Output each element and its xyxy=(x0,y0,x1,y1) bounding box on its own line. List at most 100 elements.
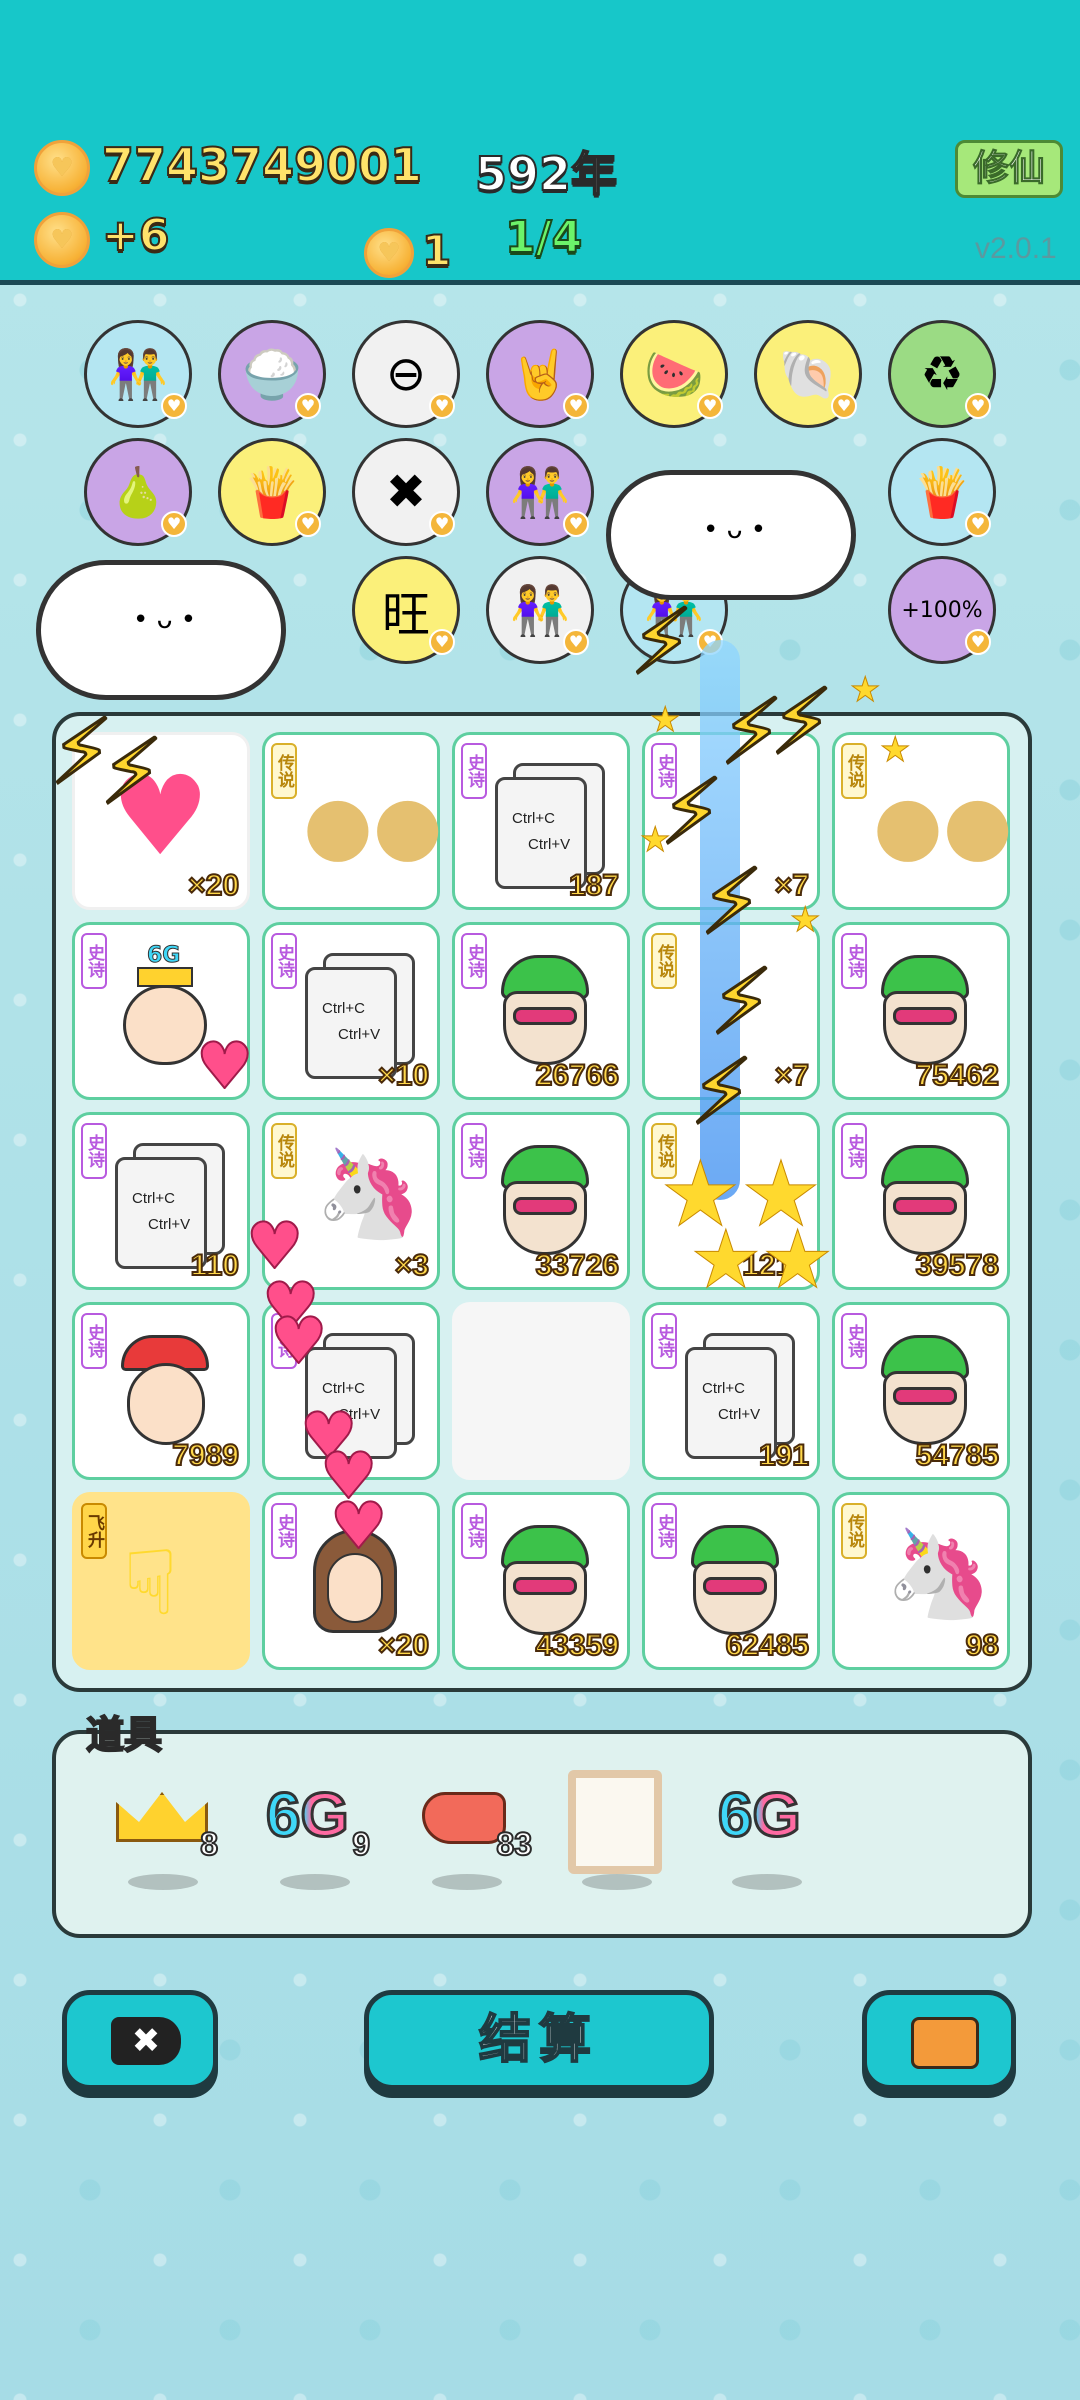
copy-tile[interactable]: 史诗 Ctrl+C Ctrl+V ×10 xyxy=(262,922,440,1100)
recycle-glyph: ♻ xyxy=(920,346,964,402)
recycle-icon[interactable]: ♻ ♥ xyxy=(888,320,996,428)
remove-button[interactable]: ✖ xyxy=(62,1990,218,2090)
rarity-tag: 飞升 xyxy=(81,1503,107,1559)
rarity-tag: 史诗 xyxy=(461,1503,487,1559)
heart-badge-icon: ♥ xyxy=(429,511,455,537)
red-hat-tile[interactable]: 史诗 7989 xyxy=(72,1302,250,1480)
pointing-hand-icon: ☟ xyxy=(123,1531,178,1636)
green-hat-tile[interactable]: 史诗 43359 xyxy=(452,1492,630,1670)
xiuxian-button[interactable]: 修仙 xyxy=(955,140,1063,198)
lightning-bolt-icon: ⚡ xyxy=(698,849,764,957)
tile-count: ×7 xyxy=(774,868,810,903)
prop-shadow xyxy=(432,1874,502,1890)
delete-tag-icon[interactable]: ✖ ♥ xyxy=(352,438,460,546)
fries-glyph: 🍟 xyxy=(912,464,972,521)
settle-button[interactable]: 结算 xyxy=(364,1990,714,2090)
green-hat-tile[interactable]: 史诗 33726 xyxy=(452,1112,630,1290)
picture-frame-icon xyxy=(568,1770,662,1874)
settle-label: 结算 xyxy=(478,2009,599,2071)
empty-tile[interactable] xyxy=(452,1302,630,1480)
lightning-bolt-icon: ⚡ xyxy=(98,719,164,827)
tile-count: 33726 xyxy=(535,1248,620,1283)
red-hat-face-icon xyxy=(117,1335,213,1447)
lovers-icon[interactable]: 👫♥ xyxy=(84,320,192,428)
heart-badge-icon: ♥ xyxy=(563,511,589,537)
copy-tile[interactable]: 史诗 Ctrl+C Ctrl+V 110 xyxy=(72,1112,250,1290)
minus-glyph: ⊖ xyxy=(385,346,427,402)
rarity-tag: 传说 xyxy=(651,933,677,989)
green-hat-face-icon xyxy=(877,1335,973,1447)
tile-count: 187 xyxy=(568,868,620,903)
tile-count: 54785 xyxy=(915,1438,1000,1473)
fruit-basket-icon[interactable]: 🍉 ♥ xyxy=(620,320,728,428)
frame-prop[interactable] xyxy=(562,1770,672,1890)
lovers-icon[interactable]: 👫♥ xyxy=(486,556,594,664)
lightning-bolt-icon: ⚡ xyxy=(688,1039,754,1147)
heart-badge-icon: ♥ xyxy=(429,629,455,655)
fries-icon[interactable]: 🍟 ♥ xyxy=(218,438,326,546)
fries-icon[interactable]: 🍟 ♥ xyxy=(888,438,996,546)
rarity-tag: 史诗 xyxy=(651,1313,677,1369)
heart-badge-icon: ♥ xyxy=(295,511,321,537)
briefcase-icon xyxy=(911,2017,979,2069)
heart-badge-icon: ♥ xyxy=(697,393,723,419)
coin-icon: ♥ xyxy=(34,140,90,196)
lightning-bolt-icon: ⚡ xyxy=(768,669,834,777)
fruit-tile[interactable]: 传说 ●● xyxy=(832,732,1013,910)
star-icon: ★ xyxy=(879,730,911,771)
delete-tag-glyph: ✖ xyxy=(385,464,427,520)
unicorn-tile[interactable]: 传说 🦄 98 xyxy=(832,1492,1010,1670)
longan-icon: ●● xyxy=(873,778,1013,871)
rarity-tag: 传说 xyxy=(271,1123,297,1179)
lovers-glyph: 👫 xyxy=(108,346,168,403)
cloud-mascot: • ᴗ • xyxy=(606,470,856,600)
rarity-tag: 史诗 xyxy=(841,1123,867,1179)
rarity-tag: 史诗 xyxy=(461,743,487,799)
tile-count: ×20 xyxy=(377,1628,430,1663)
minus-icon[interactable]: ⊖ ♥ xyxy=(352,320,460,428)
tile-count: 39578 xyxy=(915,1248,1000,1283)
backpack-button[interactable] xyxy=(862,1990,1016,2090)
sixg-prop[interactable]: 6G 9 xyxy=(260,1770,371,1890)
green-hat-tile[interactable]: 史诗 39578 xyxy=(832,1112,1010,1290)
heart-icon: ♥ xyxy=(329,1489,388,1565)
heart-badge-icon: ♥ xyxy=(429,393,455,419)
paste-label: Ctrl+V xyxy=(718,1406,761,1423)
heart-icon: ♥ xyxy=(269,1304,328,1380)
green-hat-tile[interactable]: 史诗 62485 xyxy=(642,1492,820,1670)
tile-count: 98 xyxy=(965,1628,1000,1663)
crown-prop[interactable]: 8 xyxy=(108,1770,219,1890)
copy-tile[interactable]: 史诗 Ctrl+C Ctrl+V 191 xyxy=(642,1302,820,1480)
star-icon: ★ xyxy=(789,900,821,941)
green-hat-tile[interactable]: 史诗 26766 xyxy=(452,922,630,1100)
lovers-glyph: 👫 xyxy=(510,582,570,639)
green-hat-tile[interactable]: 史诗 75462 xyxy=(832,922,1010,1100)
cup-icon[interactable]: +100% ♥ xyxy=(888,556,996,664)
green-hat-face-icon xyxy=(687,1525,783,1637)
sixg-badge: 6G xyxy=(146,943,181,969)
copy-tile[interactable]: 史诗 Ctrl+C Ctrl+V 187 xyxy=(452,732,630,910)
rock-hand-icon[interactable]: 🤘 ♥ xyxy=(486,320,594,428)
grapefruit-icon[interactable]: 🍐 ♥ xyxy=(84,438,192,546)
star-cluster-icon: ★★ xyxy=(689,1213,834,1306)
small-coin-count: 1 xyxy=(421,225,452,276)
liver-prop[interactable]: 83 xyxy=(412,1770,533,1890)
rarity-tag: 传说 xyxy=(841,1503,867,1559)
rarity-tag: 史诗 xyxy=(81,1123,107,1179)
star-icon: ★ xyxy=(849,670,881,711)
fruit-tile[interactable]: 传说 ●● xyxy=(262,732,443,910)
rarity-tag: 史诗 xyxy=(461,933,487,989)
rice-bowl-icon[interactable]: 🍚 ♥ xyxy=(218,320,326,428)
lovers-icon[interactable]: 👫♥ xyxy=(486,438,594,546)
sixg-prop[interactable]: 6G xyxy=(712,1770,822,1890)
heart-badge-icon: ♥ xyxy=(831,393,857,419)
tile-count: 7989 xyxy=(171,1438,240,1473)
fly-up-tile[interactable]: 飞升 ☟ xyxy=(72,1492,250,1670)
shell-icon[interactable]: 🐚 ♥ xyxy=(754,320,862,428)
green-hat-face-icon xyxy=(877,955,973,1067)
green-hat-tile[interactable]: 史诗 54785 xyxy=(832,1302,1010,1480)
wang-icon[interactable]: 旺 ♥ xyxy=(352,556,460,664)
crown-icon xyxy=(116,1792,208,1842)
heart-badge-icon: ♥ xyxy=(563,393,589,419)
paste-label: Ctrl+V xyxy=(338,1026,381,1043)
